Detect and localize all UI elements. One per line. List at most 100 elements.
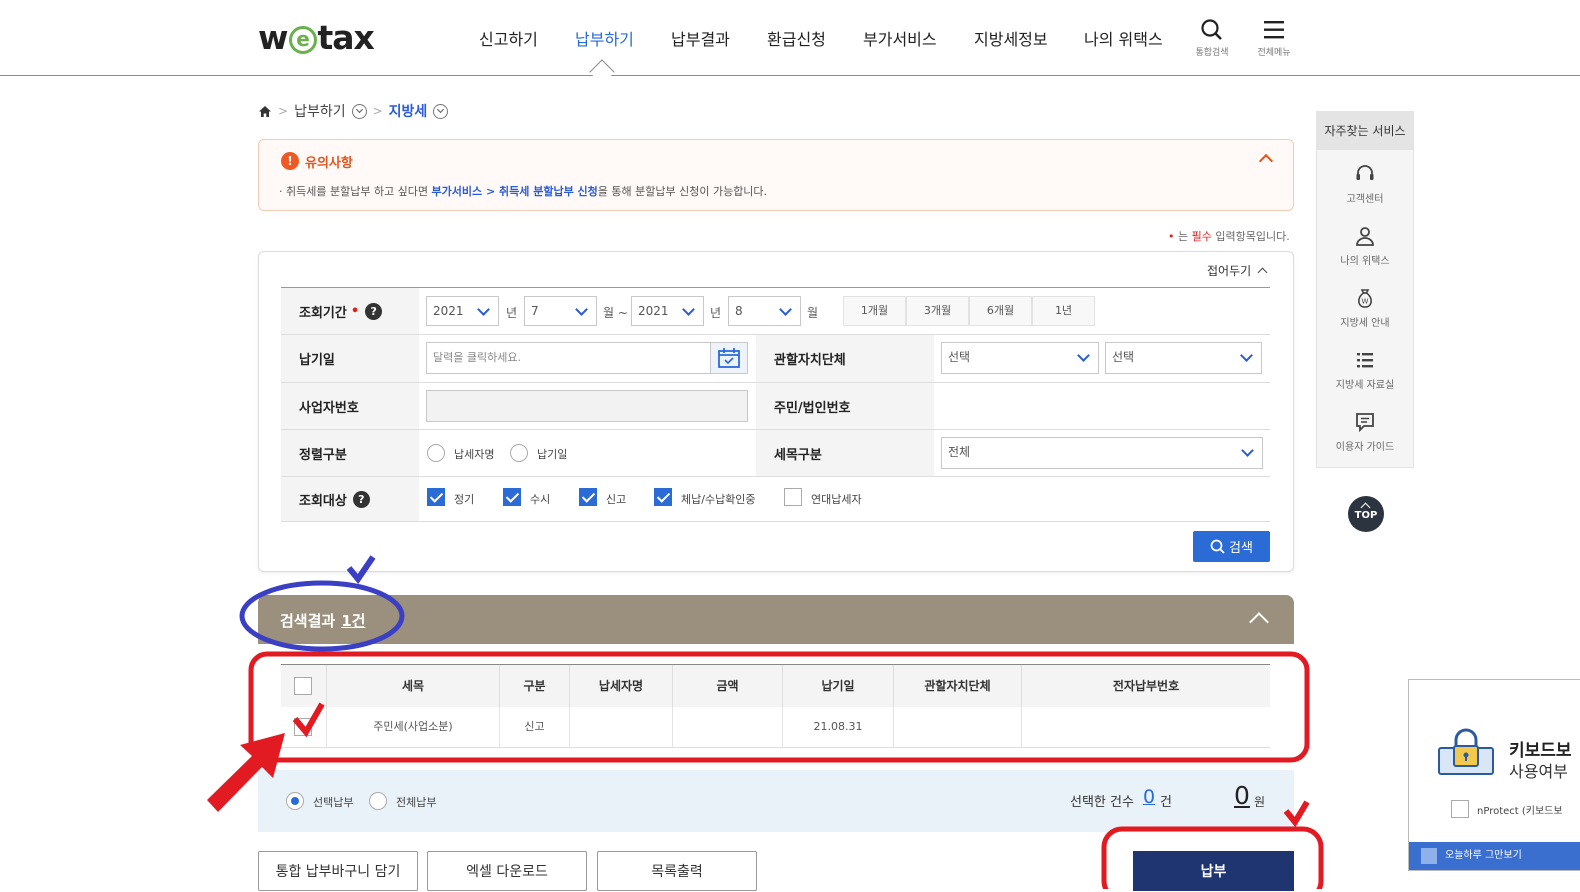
quick-menu-title: 자주찾는 서비스 <box>1317 112 1413 150</box>
to-month-select[interactable]: 8 <box>728 296 801 326</box>
chevron-down-icon[interactable] <box>351 103 367 119</box>
divider <box>281 521 1270 522</box>
quick-local-tax-guide[interactable]: W 지방세 안내 <box>1317 288 1413 329</box>
money-bag-icon: W <box>1358 289 1372 308</box>
result-title: 검색결과 1건 <box>280 612 366 630</box>
cell-taxpayer <box>570 707 673 747</box>
period-1month-button[interactable]: 1개월 <box>843 296 906 326</box>
dismiss-today-button[interactable]: 오늘하루 그만보기 <box>1409 842 1580 870</box>
exclamation-icon: ! <box>281 152 299 170</box>
target-joint-label: 연대납세자 <box>811 493 862 506</box>
nav-refund[interactable]: 환급신청 <box>767 26 826 50</box>
period-1year-button[interactable]: 1년 <box>1032 296 1095 326</box>
notice-box: ! 유의사항 · 취득세를 분할납부 하고 싶다면 부가서비스 > 취득세 분할… <box>258 139 1294 211</box>
print-list-button[interactable]: 목록출력 <box>597 851 757 891</box>
period-3month-button[interactable]: 3개월 <box>906 296 969 326</box>
nav-extra-service[interactable]: 부가서비스 <box>863 26 937 50</box>
row-select-cell <box>281 707 327 747</box>
cell-local-gov <box>894 707 1022 747</box>
pay-button[interactable]: 납부 <box>1133 851 1294 891</box>
target-regular-checkbox[interactable] <box>427 488 445 506</box>
quick-my-wetax[interactable]: 나의 위택스 <box>1317 226 1413 267</box>
quick-customer-center[interactable]: 고객센터 <box>1317 164 1413 205</box>
to-year-select[interactable]: 2021 <box>631 296 704 326</box>
period-6month-button[interactable]: 6개월 <box>969 296 1032 326</box>
all-menu-button[interactable]: 전체메뉴 <box>1249 18 1299 58</box>
target-report-checkbox[interactable] <box>579 488 597 506</box>
nav-report[interactable]: 신고하기 <box>479 26 538 50</box>
nprotect-checkbox[interactable] <box>1451 800 1469 818</box>
quick-local-tax-library[interactable]: 지방세 자료실 <box>1317 350 1413 391</box>
sort-taxpayer-label: 납세자명 <box>454 448 495 461</box>
cell-amount <box>673 707 783 747</box>
chevron-up-icon[interactable] <box>1249 612 1269 632</box>
target-report-label: 신고 <box>606 493 627 506</box>
breadcrumb: > 납부하기 > 지방세 <box>258 100 449 122</box>
popup-subtitle: 사용여부 <box>1509 762 1568 781</box>
search-icon <box>1201 19 1222 40</box>
integrated-search-button[interactable]: 통합검색 <box>1187 18 1237 58</box>
tax-item-select[interactable]: 전체 <box>941 437 1263 469</box>
divider <box>281 476 1270 477</box>
col-due-date: 납기일 <box>783 665 894 707</box>
col-type: 구분 <box>500 665 570 707</box>
scroll-top-button[interactable]: TOP <box>1348 496 1384 532</box>
breadcrumb-payment[interactable]: 납부하기 <box>294 101 346 121</box>
excel-download-button[interactable]: 엑셀 다운로드 <box>427 851 587 891</box>
target-joint-checkbox[interactable] <box>784 488 802 506</box>
row-checkbox[interactable] <box>294 718 312 736</box>
resident-no-label: 주민/법인번호 <box>756 383 934 429</box>
biz-no-field <box>426 390 748 422</box>
all-pay-label: 전체납부 <box>396 796 437 809</box>
local-gov-select-1[interactable]: 선택 <box>941 342 1099 374</box>
hamburger-icon <box>1264 21 1284 39</box>
collapse-toggle[interactable]: 접어두기 <box>1207 262 1266 279</box>
sort-duedate-radio[interactable] <box>510 444 528 462</box>
notice-title: 유의사항 <box>305 156 353 171</box>
all-pay-radio[interactable] <box>369 792 387 810</box>
divider <box>281 747 1270 748</box>
search-label: 통합검색 <box>1195 48 1229 58</box>
calendar-icon <box>718 348 740 368</box>
calendar-button[interactable] <box>710 343 747 373</box>
add-to-basket-button[interactable]: 통합 납부바구니 담기 <box>258 851 418 891</box>
nav-local-tax-info[interactable]: 지방세정보 <box>974 26 1048 50</box>
quick-user-guide[interactable]: 이용자 가이드 <box>1317 412 1413 453</box>
nav-payment-result[interactable]: 납부결과 <box>671 26 730 50</box>
unit-year: 년 <box>710 306 722 320</box>
keyboard-lock-icon <box>1438 728 1494 775</box>
sort-taxpayer-radio[interactable] <box>427 444 445 462</box>
biz-no-label: 사업자번호 <box>281 383 419 429</box>
target-regular-label: 정기 <box>454 493 475 506</box>
search-icon <box>1210 539 1225 554</box>
tax-item-label: 세목구분 <box>756 430 934 476</box>
select-pay-radio[interactable] <box>286 792 304 810</box>
due-date-input[interactable]: 달력을 클릭하세요. <box>426 342 748 374</box>
breadcrumb-local-tax[interactable]: 지방세 <box>389 101 428 121</box>
from-year-select[interactable]: 2021 <box>426 296 499 326</box>
nav-payment[interactable]: 납부하기 <box>575 26 634 50</box>
target-occasional-checkbox[interactable] <box>503 488 521 506</box>
unit-month: 월 ~ <box>603 306 628 320</box>
from-month-select[interactable]: 7 <box>524 296 597 326</box>
notice-link[interactable]: 부가서비스 > 취득세 분할납부 신청 <box>432 185 598 198</box>
home-icon[interactable] <box>258 105 272 118</box>
col-amount: 금액 <box>673 665 783 707</box>
chevron-down-icon[interactable] <box>433 103 449 119</box>
notice-collapse-icon[interactable] <box>1258 153 1274 169</box>
selected-count-label: 선택한 건수 <box>1070 795 1134 810</box>
nav-my-wetax[interactable]: 나의 위택스 <box>1084 26 1163 50</box>
selected-count: 0 <box>1143 786 1156 808</box>
required-note: • 는 필수 입력항목입니다. <box>1168 230 1290 243</box>
chat-icon <box>1356 413 1374 432</box>
target-label: 조회대상? <box>281 477 419 521</box>
search-button[interactable]: 검색 <box>1193 531 1270 562</box>
target-arrears-checkbox[interactable] <box>654 488 672 506</box>
wetax-logo[interactable]: w e tax <box>258 18 375 57</box>
local-gov-label: 관할자치단체 <box>756 335 934 382</box>
payment-summary: 선택납부 전체납부 선택한 건수 0 건 0 원 <box>258 770 1294 832</box>
help-icon[interactable]: ? <box>352 490 370 508</box>
help-icon[interactable]: ? <box>365 302 383 320</box>
local-gov-select-2[interactable]: 선택 <box>1105 342 1262 374</box>
select-all-checkbox[interactable] <box>294 677 312 695</box>
